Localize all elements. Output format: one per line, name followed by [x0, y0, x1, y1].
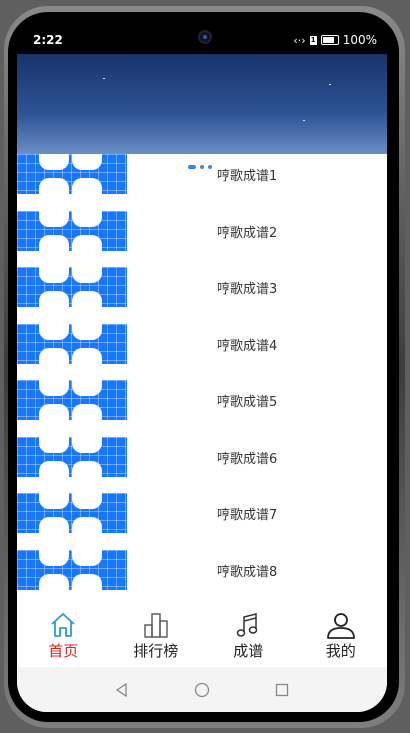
banner-carousel[interactable] [17, 54, 387, 169]
thumbnail-shape [72, 178, 102, 194]
thumbnail-shape [72, 493, 102, 509]
home-circle-icon[interactable] [194, 682, 210, 698]
song-list-item[interactable]: 哼歌成谱1 [17, 154, 387, 194]
tab-label: 成谱 [233, 642, 264, 660]
song-title: 哼歌成谱2 [217, 225, 278, 241]
status-time: 2:22 [33, 33, 63, 47]
thumbnail-shape [72, 234, 102, 251]
song-list-item[interactable]: 哼歌成谱7 [17, 493, 387, 533]
song-title: 哼歌成谱1 [217, 169, 278, 184]
tab-label: 我的 [325, 642, 356, 660]
recents-icon[interactable] [274, 682, 290, 698]
thumbnail-shape [39, 549, 69, 566]
thumbnail-shape [39, 380, 69, 396]
user-icon [326, 613, 355, 639]
thumbnail-shape [72, 380, 102, 396]
song-title: 哼歌成谱5 [217, 395, 278, 410]
song-list: 哼歌成谱1 哼歌成谱2 哼歌成谱3 哼歌成谱4 哼歌成谱5 哼歌成谱6 哼歌成谱7 哼歌成谱8 [17, 154, 387, 616]
song-thumbnail [17, 323, 127, 364]
thumbnail-shape [39, 154, 69, 170]
tab-label: 首页 [48, 642, 79, 660]
tab-home[interactable]: 首页 [17, 607, 110, 667]
thumbnail-shape [39, 291, 69, 307]
thumbnail-shape [39, 323, 69, 340]
song-thumbnail [17, 436, 127, 477]
bottom-tab-bar: 首页 排行榜 成谱 我的 [17, 607, 387, 667]
song-title: 哼歌成谱3 [217, 282, 278, 297]
thumbnail-shape [39, 178, 69, 194]
back-icon[interactable] [114, 682, 130, 698]
song-thumbnail [17, 380, 127, 420]
music-note-icon [237, 613, 258, 637]
thumbnail-shape [39, 234, 69, 251]
song-thumbnail [17, 210, 127, 251]
banner-star [303, 120, 305, 121]
battery-icon [320, 35, 339, 45]
status-icons: ‹·› 1 100% [293, 33, 377, 47]
thumbnail-shape [72, 291, 102, 307]
screen: 2:22 ‹·› 1 100% 哼歌成谱1 哼歌成谱2 哼歌成谱3 哼歌成谱4 哼歌成谱… [17, 27, 387, 712]
thumbnail-shape [72, 347, 102, 364]
thumbnail-shape [72, 210, 102, 227]
tab-ranking[interactable]: 排行榜 [110, 607, 203, 667]
song-title: 哼歌成谱4 [217, 338, 278, 354]
song-list-item[interactable]: 哼歌成谱4 [17, 323, 387, 364]
system-nav-bar [17, 667, 387, 712]
song-title: 哼歌成谱8 [217, 564, 278, 580]
song-title: 哼歌成谱7 [217, 508, 278, 523]
data-transfer-icon: ‹·› [293, 33, 306, 47]
song-list-item[interactable]: 哼歌成谱3 [17, 267, 387, 307]
sim-icon: 1 [309, 35, 317, 45]
song-title: 哼歌成谱6 [217, 451, 278, 467]
thumbnail-shape [72, 573, 102, 590]
song-list-item[interactable]: 哼歌成谱6 [17, 436, 387, 477]
status-bar: 2:22 ‹·› 1 100% [17, 27, 387, 54]
thumbnail-shape [72, 404, 102, 420]
tab-label: 排行榜 [133, 642, 179, 660]
thumbnail-shape [72, 154, 102, 170]
song-list-item[interactable]: 哼歌成谱8 [17, 549, 387, 590]
front-camera-icon [200, 32, 210, 42]
thumbnail-shape [72, 517, 102, 533]
thumbnail-shape [39, 347, 69, 364]
ranking-chart-icon [144, 613, 168, 638]
thumbnail-shape [39, 460, 69, 477]
thumbnail-shape [39, 436, 69, 453]
banner-star [103, 78, 105, 79]
song-list-item[interactable]: 哼歌成谱5 [17, 380, 387, 420]
thumbnail-shape [72, 267, 102, 283]
song-list-item[interactable]: 哼歌成谱2 [17, 210, 387, 251]
thumbnail-shape [72, 323, 102, 340]
thumbnail-shape [39, 573, 69, 590]
thumbnail-shape [72, 460, 102, 477]
song-thumbnail [17, 493, 127, 533]
thumbnail-shape [39, 210, 69, 227]
thumbnail-shape [39, 404, 69, 420]
thumbnail-shape [72, 436, 102, 453]
thumbnail-shape [39, 267, 69, 283]
tab-scores[interactable]: 成谱 [202, 607, 295, 667]
battery-percent: 100% [342, 33, 377, 47]
thumbnail-shape [72, 549, 102, 566]
thumbnail-shape [39, 517, 69, 533]
banner-star [329, 84, 331, 85]
song-thumbnail [17, 267, 127, 307]
thumbnail-shape [39, 493, 69, 509]
song-thumbnail [17, 549, 127, 590]
song-thumbnail [17, 154, 127, 194]
tab-profile[interactable]: 我的 [295, 607, 388, 667]
home-icon [51, 613, 75, 637]
